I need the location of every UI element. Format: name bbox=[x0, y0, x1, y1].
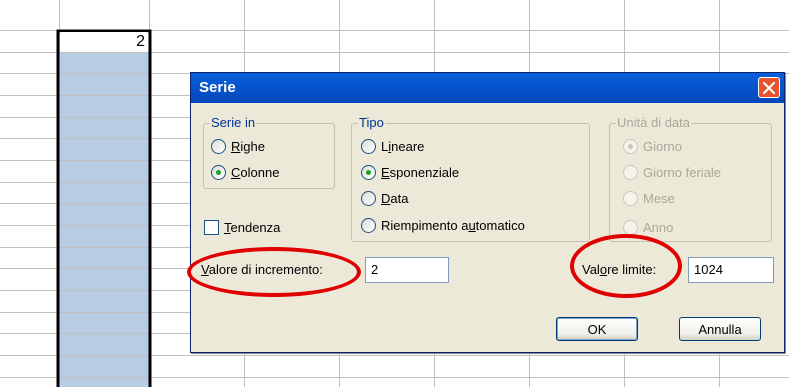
stop-value-label: Valore limite: bbox=[582, 262, 657, 277]
radio-weekday-label: Giorno feriale bbox=[643, 164, 722, 180]
stop-value-input[interactable]: 1024 bbox=[688, 257, 774, 283]
series-dialog: Serie Serie in Righe Colonne Tendenza Ti… bbox=[190, 72, 785, 353]
radio-year: Anno bbox=[623, 217, 673, 237]
radio-autofill[interactable]: Riempimento automatico bbox=[361, 215, 525, 235]
radio-date-button[interactable] bbox=[361, 190, 376, 206]
active-cell-value: 2 bbox=[136, 33, 145, 50]
radio-autofill-label: Riempimento automatico bbox=[381, 217, 525, 233]
radio-linear-button[interactable] bbox=[361, 138, 376, 154]
radio-weekday-button bbox=[623, 164, 638, 180]
radio-weekday: Giorno feriale bbox=[623, 162, 721, 182]
radio-day-button bbox=[623, 138, 638, 154]
trend-label: Tendenza bbox=[224, 219, 281, 235]
radio-linear-label: Lineare bbox=[381, 138, 425, 154]
radio-rows-label: Righe bbox=[231, 138, 265, 154]
ok-button[interactable]: OK bbox=[556, 317, 638, 341]
dialog-titlebar[interactable]: Serie bbox=[191, 73, 784, 103]
radio-month: Mese bbox=[623, 188, 675, 208]
radio-day: Giorno bbox=[623, 136, 682, 156]
radio-year-label: Anno bbox=[643, 219, 674, 235]
close-button[interactable] bbox=[758, 77, 780, 98]
radio-columns[interactable]: Colonne bbox=[211, 162, 279, 182]
radio-month-button bbox=[623, 190, 638, 206]
radio-linear[interactable]: Lineare bbox=[361, 136, 424, 156]
radio-autofill-button[interactable] bbox=[361, 217, 376, 233]
close-icon bbox=[763, 81, 775, 94]
radio-exponential-label: Esponenziale bbox=[381, 164, 460, 180]
radio-exponential[interactable]: Esponenziale bbox=[361, 162, 459, 182]
radio-rows[interactable]: Righe bbox=[211, 136, 265, 156]
radio-year-button bbox=[623, 219, 638, 235]
dialog-title: Serie bbox=[199, 79, 236, 96]
radio-month-label: Mese bbox=[643, 190, 675, 206]
radio-date-label: Data bbox=[381, 190, 409, 206]
radio-rows-button[interactable] bbox=[211, 138, 226, 154]
radio-day-label: Giorno bbox=[643, 138, 683, 154]
radio-date[interactable]: Data bbox=[361, 188, 408, 208]
trend-checkbox-row[interactable]: Tendenza bbox=[204, 217, 280, 237]
step-value-input[interactable]: 2 bbox=[365, 257, 449, 283]
radio-columns-button[interactable] bbox=[211, 164, 226, 180]
type-label: Tipo bbox=[358, 115, 385, 130]
radio-columns-label: Colonne bbox=[231, 164, 280, 180]
trend-checkbox[interactable] bbox=[204, 219, 219, 235]
series-in-label: Serie in bbox=[210, 115, 257, 130]
cancel-button[interactable]: Annulla bbox=[679, 317, 761, 341]
radio-exponential-button[interactable] bbox=[361, 164, 376, 180]
active-cell[interactable]: 2 bbox=[60, 32, 148, 52]
date-unit-label: Unità di data bbox=[616, 115, 691, 130]
step-value-label: Valore di incremento: bbox=[201, 262, 323, 277]
